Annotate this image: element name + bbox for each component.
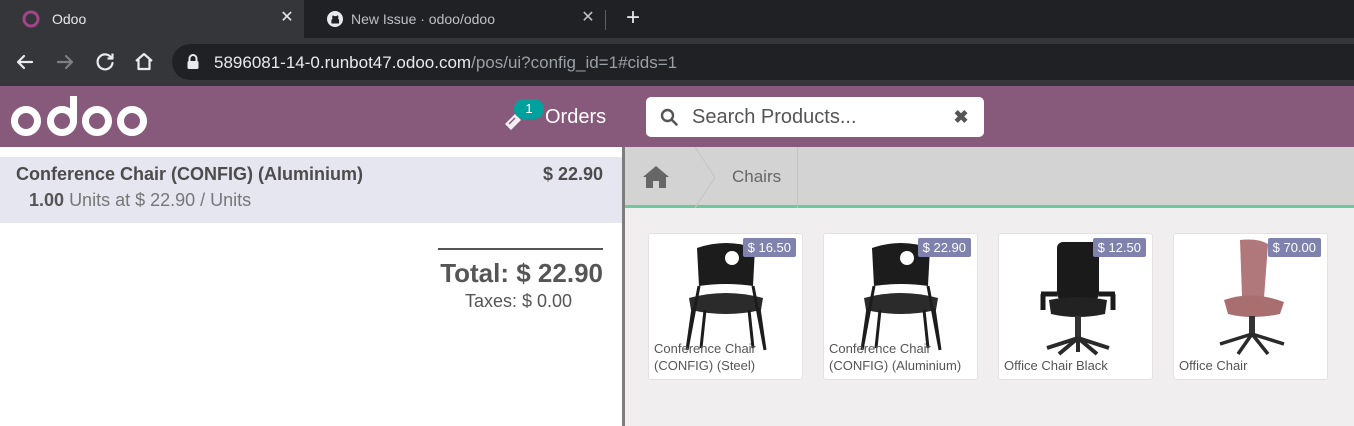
odoo-logo (11, 96, 147, 136)
breadcrumb-category-chairs[interactable]: Chairs (719, 147, 798, 208)
product-card[interactable]: $ 12.50 Office Chair Black (998, 233, 1153, 380)
breadcrumb-separator (695, 147, 716, 208)
back-icon[interactable] (13, 50, 37, 74)
tab-title: New Issue · odoo/odoo (351, 11, 495, 27)
url-path: /pos/ui?config_id=1#cids=1 (471, 53, 678, 72)
orders-button[interactable]: Orders (545, 106, 606, 128)
breadcrumb-home[interactable] (625, 147, 695, 208)
product-price-tag: $ 12.50 (1092, 238, 1146, 257)
search-icon (660, 108, 678, 126)
tab-separator (605, 10, 606, 30)
tab-github-new-issue[interactable]: New Issue · odoo/odoo ✕ (304, 0, 604, 38)
product-name: Conference Chair (CONFIG) (Steel) (654, 341, 756, 373)
close-tab-icon[interactable]: ✕ (578, 8, 598, 28)
product-price-tag: $ 16.50 (742, 238, 796, 257)
home-icon (643, 166, 669, 188)
order-line-unit-info: Units at $ 22.90 / Units (69, 190, 252, 210)
product-card[interactable]: $ 70.00 Office Chair (1173, 233, 1328, 380)
browser-tab-strip: Odoo ✕ New Issue · odoo/odoo ✕ + (0, 0, 1354, 38)
lock-icon[interactable] (186, 54, 200, 70)
product-card[interactable]: $ 16.50 Conference Chair (CONFIG) (Steel… (648, 233, 803, 380)
order-line-quantity: 1.00 (29, 190, 65, 210)
order-taxes: Taxes: $ 0.00 (465, 291, 573, 311)
order-line-info: 1.00 Units at $ 22.90 / Units (29, 189, 251, 211)
product-name: Office Chair Black (1004, 358, 1108, 373)
product-search-box[interactable]: ✖ (646, 97, 984, 137)
tab-title: Odoo (52, 11, 87, 27)
home-page-icon[interactable] (132, 50, 156, 74)
product-price-tag: $ 22.90 (917, 238, 971, 257)
reload-icon[interactable] (93, 50, 117, 74)
product-name: Office Chair (1179, 358, 1248, 373)
new-tab-button[interactable]: + (621, 6, 645, 30)
order-line-product-name: Conference Chair (CONFIG) (Aluminium) (16, 164, 364, 184)
orders-count-badge: 1 (514, 99, 544, 119)
odoo-circle-icon (22, 10, 40, 28)
product-price-tag: $ 70.00 (1267, 238, 1321, 257)
url-text[interactable]: 5896081-14-0.runbot47.odoo.com/pos/ui?co… (214, 52, 677, 74)
product-name: Conference Chair (CONFIG) (Aluminium) (829, 341, 962, 373)
tab-odoo[interactable]: Odoo ✕ (0, 0, 304, 38)
forward-icon[interactable] (53, 50, 77, 74)
clear-search-icon[interactable]: ✖ (952, 108, 970, 126)
summary-divider (438, 248, 603, 250)
breadcrumb-label: Chairs (732, 167, 782, 186)
category-breadcrumb: Chairs (625, 147, 1354, 208)
products-panel: Chairs $ 16.50 Conference Chair (CONFIG)… (625, 147, 1354, 426)
url-host: 5896081-14-0.runbot47.odoo.com (214, 53, 472, 72)
github-icon (327, 11, 343, 27)
search-input[interactable] (692, 103, 942, 131)
order-panel: Conference Chair (CONFIG) (Aluminium) $ … (0, 147, 622, 426)
order-line-price: $ 22.90 (542, 164, 603, 184)
product-card[interactable]: $ 22.90 Conference Chair (CONFIG) (Alumi… (823, 233, 978, 380)
order-total: Total: $ 22.90 (440, 258, 603, 288)
close-tab-icon[interactable]: ✕ (277, 8, 297, 28)
order-line[interactable]: Conference Chair (CONFIG) (Aluminium) $ … (0, 157, 622, 223)
